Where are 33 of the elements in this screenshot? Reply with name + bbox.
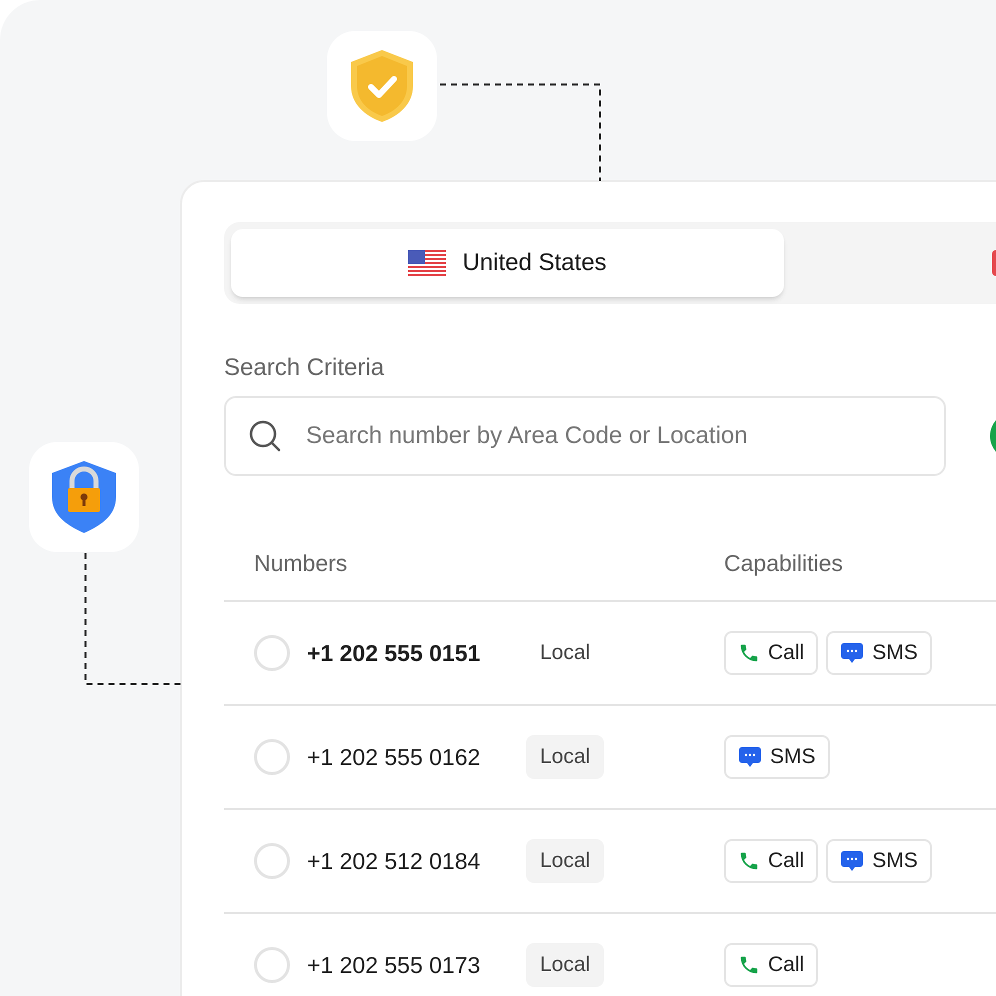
search-label: Search Criteria: [224, 356, 386, 380]
phone-number: +1 202 555 0162: [307, 742, 482, 772]
type-tag: Local: [526, 735, 604, 779]
phone-number: +1 202 512 0184: [307, 846, 482, 876]
type-tag: Local: [526, 839, 604, 883]
radio-button[interactable]: [254, 843, 290, 879]
shield-check-icon: [351, 50, 413, 122]
flag-icon: [408, 250, 446, 276]
country-tab[interactable]: United States: [231, 229, 784, 297]
capability-label: SMS: [872, 640, 918, 666]
shield-lock-icon: [52, 461, 116, 533]
column-header: Numbers: [253, 549, 348, 578]
radio-button[interactable]: [254, 739, 290, 775]
column-header: Capabilities: [724, 549, 844, 578]
chat-bubble-icon: [840, 849, 864, 873]
type-tag: Local: [526, 631, 604, 675]
capability-label: SMS: [872, 848, 918, 874]
phone-number: +1 202 555 0173: [307, 950, 482, 980]
capability-label: Call: [768, 640, 804, 666]
search-icon: [248, 419, 282, 453]
type-tag: Local: [526, 943, 604, 987]
radio-button[interactable]: [254, 947, 290, 983]
radio-button[interactable]: [254, 635, 290, 671]
capability-label: Call: [768, 848, 804, 874]
phone-icon: [738, 850, 760, 872]
chat-bubble-icon: [840, 641, 864, 665]
capability-label: Call: [768, 952, 804, 978]
phone-icon: [738, 954, 760, 976]
phone-icon: [738, 642, 760, 664]
search-field[interactable]: Search number by Area Code or Location: [224, 396, 946, 476]
phone-number: +1 202 555 0151: [307, 638, 482, 668]
capability-label: SMS: [770, 744, 816, 770]
chat-bubble-icon: [738, 745, 762, 769]
